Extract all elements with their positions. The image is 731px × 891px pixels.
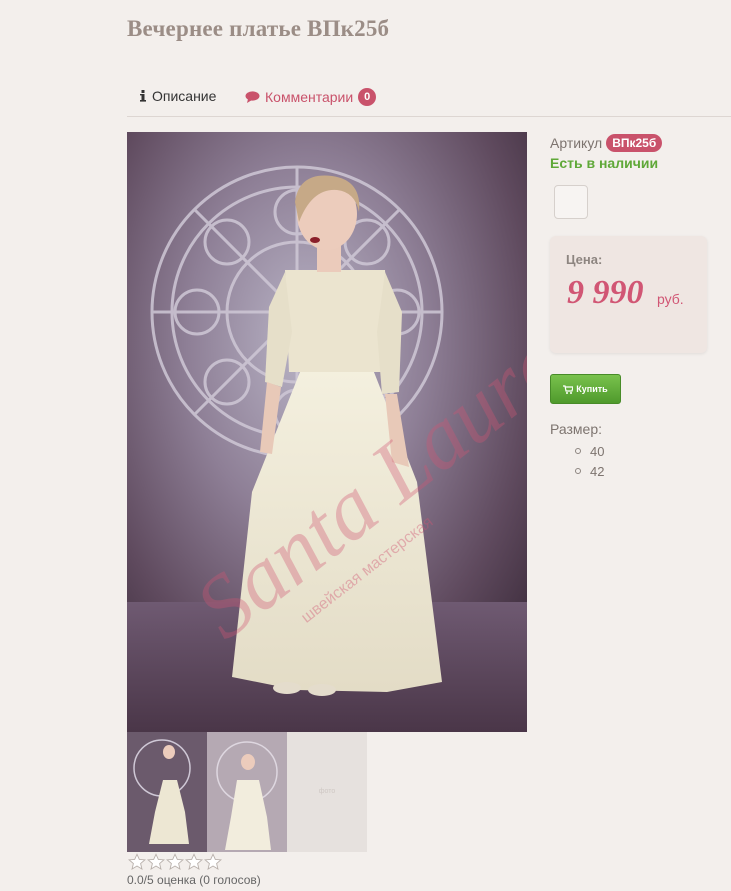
tab-description[interactable]: Описание xyxy=(139,88,216,104)
tab-comments[interactable]: Комментарии 0 xyxy=(245,88,377,106)
price-currency: руб. xyxy=(657,291,684,307)
product-tabs: Описание Комментарии 0 xyxy=(127,84,731,117)
thumbnail-3-placeholder[interactable]: фото xyxy=(287,732,367,852)
comment-icon xyxy=(245,91,260,103)
tab-comments-label: Комментарии xyxy=(265,89,354,105)
size-value: 40 xyxy=(590,443,605,459)
rating-stars[interactable] xyxy=(128,853,222,871)
star-icon-3[interactable] xyxy=(166,853,184,871)
buy-button[interactable]: Купить xyxy=(550,374,621,404)
comments-count-badge: 0 xyxy=(358,88,377,106)
tab-description-label: Описание xyxy=(152,88,217,104)
stock-status: Есть в наличии xyxy=(550,155,659,171)
size-label: Размер: xyxy=(550,421,603,437)
color-swatch[interactable] xyxy=(554,185,588,219)
bullet-icon xyxy=(575,468,581,474)
star-icon-1[interactable] xyxy=(128,853,146,871)
size-value: 42 xyxy=(590,463,605,479)
main-product-photo[interactable]: Santa Laura швейская мастерская xyxy=(127,132,527,732)
size-list: 40 42 xyxy=(575,441,604,481)
thumbnail-2[interactable] xyxy=(207,732,287,852)
star-icon-4[interactable] xyxy=(185,853,203,871)
buy-button-label: Купить xyxy=(576,384,608,394)
product-title: Вечернее платье ВПк25б xyxy=(127,16,390,41)
star-icon-5[interactable] xyxy=(204,853,222,871)
thumbnail-1[interactable] xyxy=(127,732,207,852)
sku-badge: ВПк25б xyxy=(606,134,663,152)
sku-label: Артикул xyxy=(550,135,603,151)
sku-row: Артикул ВПк25б xyxy=(550,134,663,152)
bullet-icon xyxy=(575,448,581,454)
price-box: Цена: 9 990 руб. xyxy=(550,236,707,353)
price-value: 9 990 xyxy=(567,274,644,311)
price-label: Цена: xyxy=(566,252,603,267)
rating-summary: 0.0/5 оценка (0 голосов) xyxy=(127,873,261,887)
size-option-40[interactable]: 40 xyxy=(575,441,604,461)
placeholder-text: фото xyxy=(318,788,336,795)
size-option-42[interactable]: 42 xyxy=(575,461,604,481)
star-icon-2[interactable] xyxy=(147,853,165,871)
cart-icon xyxy=(563,384,574,394)
info-icon xyxy=(139,90,147,102)
